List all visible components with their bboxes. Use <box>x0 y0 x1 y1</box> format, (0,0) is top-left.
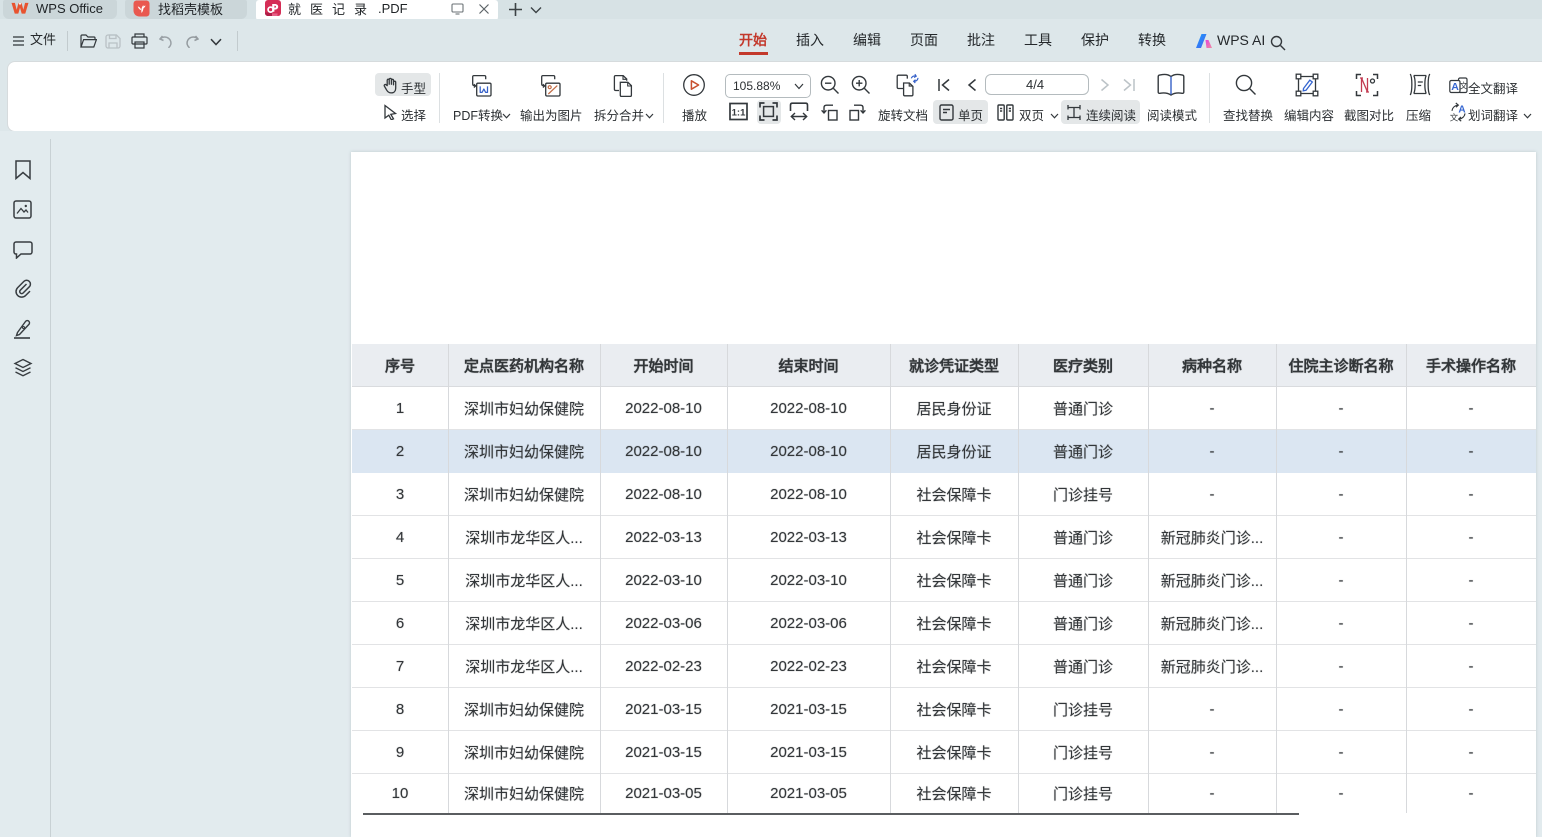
svg-text:文: 文 <box>1460 81 1468 91</box>
svg-text:A: A <box>1458 105 1465 116</box>
svg-text:文: 文 <box>1450 113 1459 123</box>
svg-text:A: A <box>1451 81 1459 93</box>
svg-text:1:1: 1:1 <box>732 108 746 119</box>
